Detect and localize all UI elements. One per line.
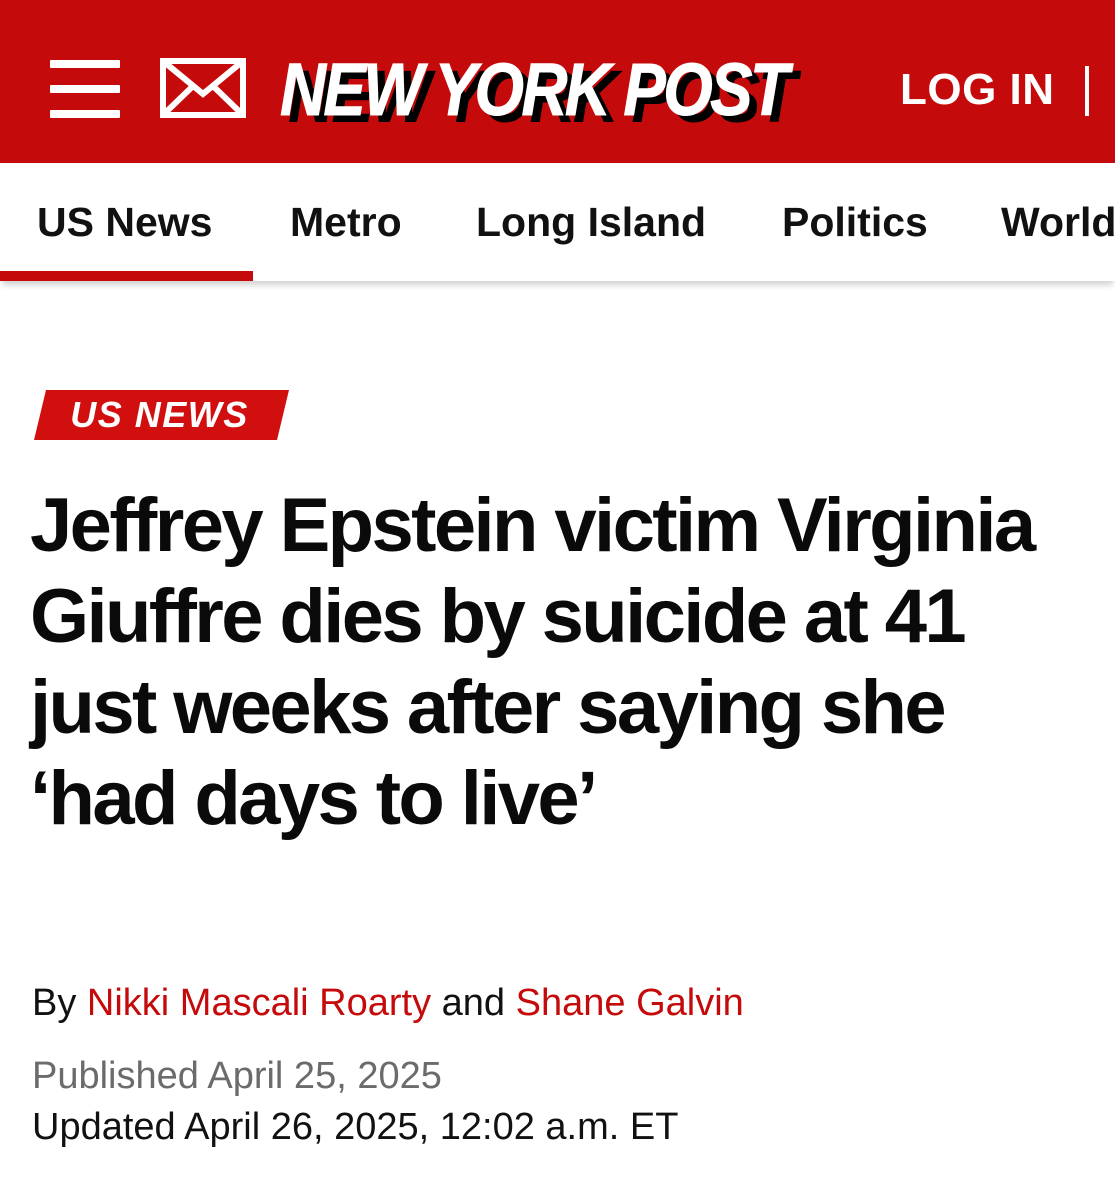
site-header: NEW YORK POST NEW YORK POST LOG IN <box>0 0 1115 163</box>
byline-conjunction: and <box>441 982 506 1024</box>
author-link-1[interactable]: Nikki Mascali Roarty <box>87 982 431 1024</box>
byline: By Nikki Mascali Roarty and Shane Galvin <box>32 980 744 1026</box>
nav-item-politics[interactable]: Politics <box>782 163 928 281</box>
nav-item-metro[interactable]: Metro <box>290 163 402 281</box>
header-divider <box>1085 66 1089 116</box>
section-kicker[interactable]: US NEWS <box>34 390 289 440</box>
nav-item-us-news[interactable]: US News <box>37 163 212 281</box>
hamburger-menu-icon[interactable] <box>50 60 120 118</box>
login-button[interactable]: LOG IN <box>900 63 1055 117</box>
nav-item-long-island[interactable]: Long Island <box>476 163 706 281</box>
author-link-2[interactable]: Shane Galvin <box>516 982 744 1024</box>
envelope-icon[interactable] <box>160 58 246 118</box>
byline-prefix: By <box>32 982 77 1024</box>
nav-item-world[interactable]: World <box>1001 163 1115 281</box>
published-date: Published April 25, 2025 <box>32 1055 442 1097</box>
article-headline: Jeffrey Epstein victim Virginia Giuffre … <box>30 483 1036 841</box>
active-nav-indicator <box>0 271 253 281</box>
logo-text: NEW YORK POST <box>280 48 790 132</box>
site-logo[interactable]: NEW YORK POST NEW YORK POST <box>280 44 850 139</box>
updated-date: Updated April 26, 2025, 12:02 a.m. ET <box>32 1106 679 1148</box>
section-nav: US News Metro Long Island Politics World <box>0 163 1115 281</box>
